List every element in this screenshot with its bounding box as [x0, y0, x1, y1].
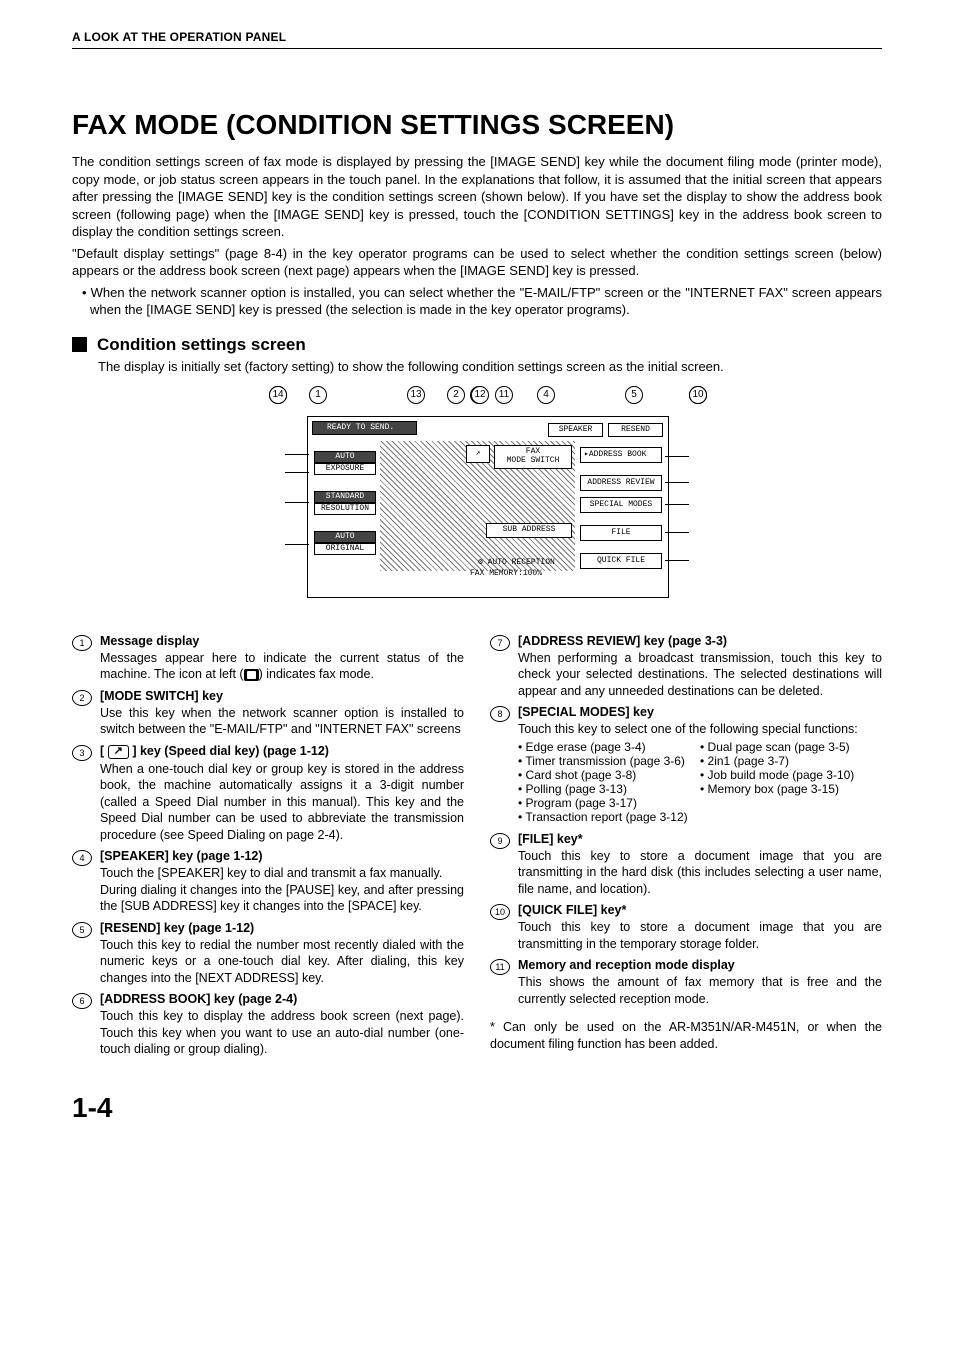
item-desc: Use this key when the network scanner op…	[100, 705, 464, 738]
screen-panel: READY TO SEND. SPEAKER RESEND AUTO EXPOS…	[307, 416, 669, 598]
page-title: FAX MODE (CONDITION SETTINGS SCREEN)	[72, 109, 882, 141]
file-button[interactable]: FILE	[580, 525, 662, 541]
item-6: 6 [ADDRESS BOOK] key (page 2-4) Touch th…	[72, 992, 464, 1058]
auto-reception-label: ⚙ AUTO RECEPTION	[478, 557, 555, 567]
item-num: 2	[72, 690, 92, 706]
item-num: 5	[72, 922, 92, 938]
mode-switch-button[interactable]: FAXMODE SWITCH	[494, 445, 572, 469]
item-title: Message display	[100, 634, 464, 648]
auto-label: AUTO	[314, 451, 376, 463]
subheading-note: The display is initially set (factory se…	[98, 359, 882, 374]
item-title: [FILE] key*	[518, 832, 882, 846]
intro-block: The condition settings screen of fax mod…	[72, 153, 882, 319]
item-2: 2 [MODE SWITCH] key Use this key when th…	[72, 689, 464, 738]
right-column: 7 [ADDRESS REVIEW] key (page 3-3) When p…	[490, 634, 882, 1064]
sub-address-button[interactable]: SUB ADDRESS	[486, 523, 572, 538]
resolution-button[interactable]: RESOLUTION	[314, 503, 376, 515]
item-8: 8 [SPECIAL MODES] key Touch this key to …	[490, 705, 882, 826]
footnote: Can only be used on the AR-M351N/AR-M451…	[490, 1019, 882, 1052]
intro-p1: The condition settings screen of fax mod…	[72, 153, 882, 241]
item-desc: When a one-touch dial key or group key i…	[100, 761, 464, 844]
special-modes-button[interactable]: SPECIAL MODES	[580, 497, 662, 513]
quick-file-button[interactable]: QUICK FILE	[580, 553, 662, 569]
item-num: 3	[72, 745, 92, 761]
left-column: 1 Message display Messages appear here t…	[72, 634, 464, 1064]
special-modes-list: Edge erase (page 3-4)Dual page scan (pag…	[518, 740, 882, 824]
intro-p2: "Default display settings" (page 8-4) in…	[72, 245, 882, 280]
item-desc: Touch this key to select one of the foll…	[518, 721, 882, 738]
auto2-label: AUTO	[314, 531, 376, 543]
standard-label: STANDARD	[314, 491, 376, 503]
item-title: [ADDRESS BOOK] key (page 2-4)	[100, 992, 464, 1006]
speed-dial-icon: ↗	[108, 745, 129, 759]
item-title: [ADDRESS REVIEW] key (page 3-3)	[518, 634, 882, 648]
running-header: A LOOK AT THE OPERATION PANEL	[72, 30, 882, 49]
item-desc: Touch this key to store a document image…	[518, 848, 882, 898]
intro-bullet: • When the network scanner option is ins…	[72, 284, 882, 319]
address-book-button[interactable]: ▸ADDRESS BOOK	[580, 447, 662, 463]
exposure-button[interactable]: EXPOSURE	[314, 463, 376, 475]
callout-13: 13	[407, 386, 425, 404]
callout-5: 5	[625, 386, 643, 404]
item-desc: This shows the amount of fax memory that…	[518, 974, 882, 1007]
item-title: [QUICK FILE] key*	[518, 903, 882, 917]
speaker-button[interactable]: SPEAKER	[548, 423, 603, 437]
subheading-text: Condition settings screen	[97, 335, 306, 355]
item-num: 7	[490, 635, 510, 651]
square-bullet-icon	[72, 337, 87, 352]
address-review-button[interactable]: ADDRESS REVIEW	[580, 475, 662, 491]
item-num: 4	[72, 850, 92, 866]
item-num: 9	[490, 833, 510, 849]
item-5: 5 [RESEND] key (page 1-12) Touch this ke…	[72, 921, 464, 987]
original-button[interactable]: ORIGINAL	[314, 543, 376, 555]
item-num: 10	[490, 904, 510, 920]
item-title: [MODE SWITCH] key	[100, 689, 464, 703]
item-num: 6	[72, 993, 92, 1009]
callout-12: 12	[471, 386, 489, 404]
subheading: Condition settings screen	[72, 335, 882, 355]
item-num: 8	[490, 706, 510, 722]
item-9: 9 [FILE] key* Touch this key to store a …	[490, 832, 882, 898]
callout-10: 10	[689, 386, 707, 404]
callout-2: 2	[447, 386, 465, 404]
item-1: 1 Message display Messages appear here t…	[72, 634, 464, 683]
item-num: 11	[490, 959, 510, 975]
item-title: [RESEND] key (page 1-12)	[100, 921, 464, 935]
callout-14: 14	[269, 386, 287, 404]
item-11: 11 Memory and reception mode display Thi…	[490, 958, 882, 1007]
item-num: 1	[72, 635, 92, 651]
item-10: 10 [QUICK FILE] key* Touch this key to s…	[490, 903, 882, 952]
item-desc: Touch this key to redial the number most…	[100, 937, 464, 987]
item-title: Memory and reception mode display	[518, 958, 882, 972]
page-number: 1-4	[72, 1092, 882, 1124]
item-7: 7 [ADDRESS REVIEW] key (page 3-3) When p…	[490, 634, 882, 700]
item-3: 3 [ ↗ ] key (Speed dial key) (page 1-12)…	[72, 744, 464, 843]
item-desc: Touch the [SPEAKER] key to dial and tran…	[100, 865, 464, 915]
item-title: [SPECIAL MODES] key	[518, 705, 882, 719]
item-desc: Messages appear here to indicate the cur…	[100, 650, 464, 683]
phone-icon	[244, 669, 259, 681]
item-desc: Touch this key to store a document image…	[518, 919, 882, 952]
fax-memory-label: FAX MEMORY:100%	[470, 569, 542, 578]
screen-diagram: 1 2 3 4 5 READY TO SEND. SPEAKER RESEND …	[217, 386, 737, 616]
description-columns: 1 Message display Messages appear here t…	[72, 634, 882, 1064]
callout-1: 1	[309, 386, 327, 404]
speed-dial-icon-button[interactable]: ↗	[466, 445, 490, 463]
item-desc: Touch this key to display the address bo…	[100, 1008, 464, 1058]
item-desc: When performing a broadcast transmission…	[518, 650, 882, 700]
callout-4: 4	[537, 386, 555, 404]
item-title: [SPEAKER] key (page 1-12)	[100, 849, 464, 863]
callout-11: 11	[495, 386, 513, 404]
resend-button[interactable]: RESEND	[608, 423, 663, 437]
message-display: READY TO SEND.	[312, 421, 417, 435]
item-4: 4 [SPEAKER] key (page 1-12) Touch the [S…	[72, 849, 464, 915]
item-title: [ ↗ ] key (Speed dial key) (page 1-12)	[100, 744, 464, 759]
